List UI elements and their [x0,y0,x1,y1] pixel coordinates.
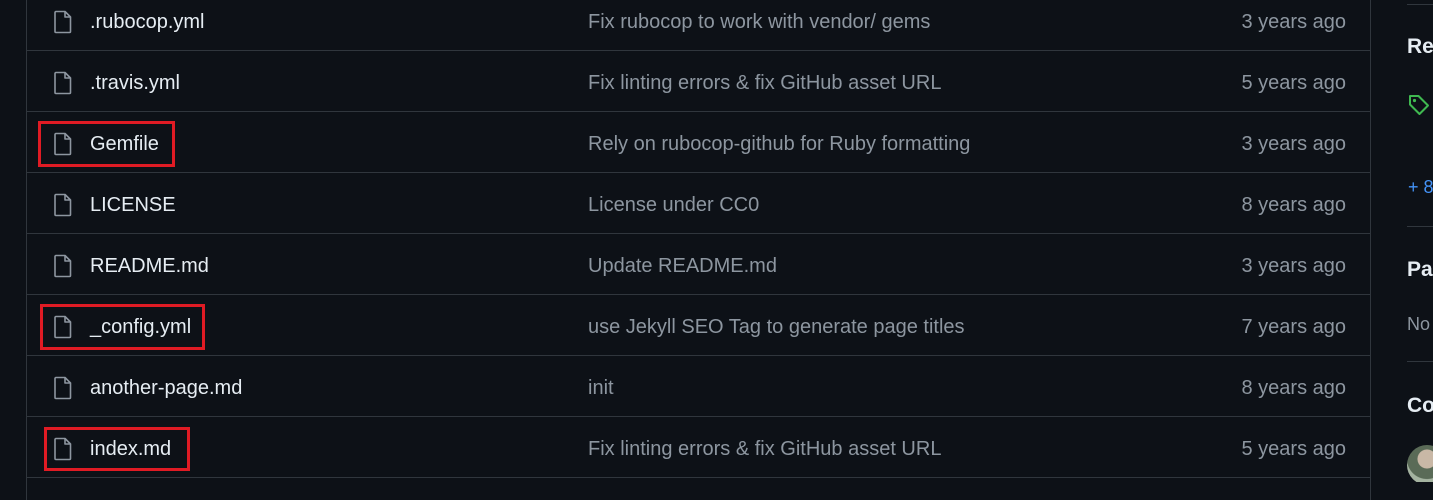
file-row[interactable]: another-page.md init 8 years ago [27,356,1370,417]
file-icon [51,254,75,278]
commit-message-link[interactable]: Fix rubocop to work with vendor/ gems [588,10,930,34]
file-name-link[interactable]: Gemfile [90,132,159,156]
commit-age: 7 years ago [1241,316,1346,338]
packages-empty-text: No [1407,314,1431,334]
commit-message-link[interactable]: License under CC0 [588,193,759,217]
commit-message-link[interactable]: Update README.md [588,254,777,278]
file-icon [51,132,75,156]
right-sidebar: Re + 8 Pa No Co [1371,0,1433,482]
commit-message-link[interactable]: Rely on rubocop-github for Ruby formatti… [588,132,970,156]
file-icon [51,315,75,339]
file-name-link[interactable]: README.md [90,254,209,278]
commit-message-link[interactable]: init [588,376,614,400]
file-row[interactable]: README.md Update README.md 3 years ago [27,234,1370,295]
commit-age: 3 years ago [1241,11,1346,33]
commit-age: 8 years ago [1241,194,1346,216]
file-name-link[interactable]: .travis.yml [90,71,180,95]
contributors-heading[interactable]: Co [1407,394,1433,418]
file-name-link[interactable]: .rubocop.yml [90,10,205,34]
packages-heading[interactable]: Pa [1407,258,1433,282]
file-icon [51,71,75,95]
commit-message-link[interactable]: Fix linting errors & fix GitHub asset UR… [588,71,941,95]
commit-age: 3 years ago [1241,255,1346,277]
file-cell: .travis.yml [51,71,180,95]
sidebar-divider [1407,226,1433,227]
file-row[interactable]: LICENSE License under CC0 8 years ago [27,173,1370,234]
commit-age: 5 years ago [1241,438,1346,460]
commit-age: 8 years ago [1241,377,1346,399]
file-icon [51,193,75,217]
sidebar-divider [1407,4,1433,5]
tag-icon [1407,93,1431,117]
file-cell: index.md [51,437,171,461]
file-name-link[interactable]: LICENSE [90,193,176,217]
file-row[interactable]: .travis.yml Fix linting errors & fix Git… [27,51,1370,112]
contributor-avatar[interactable] [1407,445,1433,482]
file-cell: LICENSE [51,193,176,217]
file-cell: _config.yml [51,315,191,339]
sidebar-divider [1407,361,1433,362]
file-icon [51,437,75,461]
file-icon [51,376,75,400]
file-row[interactable]: .rubocop.yml Fix rubocop to work with ve… [27,0,1370,51]
file-table: .rubocop.yml Fix rubocop to work with ve… [26,0,1371,500]
commit-message-link[interactable]: use Jekyll SEO Tag to generate page titl… [588,315,965,339]
file-name-link[interactable]: _config.yml [90,315,191,339]
more-releases-link[interactable]: + 8 [1408,177,1433,198]
file-row[interactable]: index.md Fix linting errors & fix GitHub… [27,417,1370,478]
commit-age: 5 years ago [1241,72,1346,94]
file-cell: .rubocop.yml [51,10,205,34]
commit-message-link[interactable]: Fix linting errors & fix GitHub asset UR… [588,437,941,461]
file-cell: another-page.md [51,376,242,400]
file-cell: Gemfile [51,132,159,156]
file-icon [51,10,75,34]
commit-age: 3 years ago [1241,133,1346,155]
file-row[interactable]: Gemfile Rely on rubocop-github for Ruby … [27,112,1370,173]
file-cell: README.md [51,254,209,278]
file-name-link[interactable]: index.md [90,437,171,461]
file-name-link[interactable]: another-page.md [90,376,242,400]
releases-heading[interactable]: Re [1407,35,1433,59]
file-row[interactable]: _config.yml use Jekyll SEO Tag to genera… [27,295,1370,356]
